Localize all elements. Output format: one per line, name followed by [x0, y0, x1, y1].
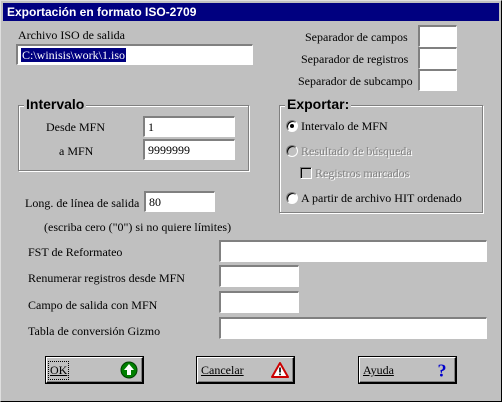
a-mfn-input[interactable]: 9999999 [143, 139, 235, 160]
ok-button-label: OK [47, 361, 70, 380]
dialog-window: Exportación en formato ISO-2709 Archivo … [0, 0, 502, 402]
question-mark-icon: ? [438, 361, 447, 379]
fst-reformateo-label: FST de Reformateo [28, 245, 123, 259]
archivo-iso-input[interactable]: C:\winisis\work\1.iso [16, 44, 253, 65]
gizmo-label: Tabla de conversión Gizmo [28, 324, 161, 338]
separador-campos-label: Separador de campos [305, 30, 408, 44]
cancel-button[interactable]: Cancelar [197, 357, 294, 383]
green-up-arrow-icon [120, 361, 138, 379]
registros-marcados-checkbox[interactable] [300, 167, 312, 179]
intervalo-title: Intervalo [24, 96, 87, 112]
archivo-hit-radio[interactable] [286, 192, 298, 204]
resultado-busqueda-radio-label: Resultado de búsqueda [301, 144, 412, 158]
ok-button[interactable]: OK [46, 357, 143, 383]
renumerar-input[interactable] [219, 265, 299, 287]
help-button[interactable]: Ayuda ? [359, 357, 456, 383]
archivo-hit-radio-label: A partir de archivo HIT ordenado [301, 191, 462, 205]
separador-subcampo-label: Separador de subcampo [298, 74, 413, 88]
long-linea-hint: (escriba cero ("0") si no quiere límites… [44, 220, 232, 234]
warning-triangle-icon [271, 362, 289, 378]
cancel-button-label: Cancelar [201, 363, 244, 377]
desde-mfn-input[interactable]: 1 [143, 116, 235, 137]
archivo-iso-label: Archivo ISO de salida [18, 28, 125, 42]
svg-text:?: ? [438, 361, 447, 379]
campo-salida-label: Campo de salida con MFN [28, 298, 158, 312]
desde-mfn-label: Desde MFN [46, 120, 105, 134]
gizmo-input[interactable] [219, 317, 487, 339]
long-linea-input[interactable]: 80 [144, 191, 215, 212]
renumerar-label: Renumerar registros desde MFN [28, 271, 185, 285]
separador-registros-input[interactable] [418, 47, 457, 69]
separador-registros-label: Separador de registros [301, 52, 409, 66]
archivo-iso-value: C:\winisis\work\1.iso [21, 48, 127, 62]
registros-marcados-label: Registros marcados [315, 166, 410, 180]
resultado-busqueda-radio[interactable] [286, 145, 298, 157]
help-button-label: Ayuda [363, 363, 394, 377]
separador-subcampo-input[interactable] [418, 69, 457, 91]
fst-reformateo-input[interactable] [219, 240, 487, 262]
exportar-title: Exportar: [285, 96, 352, 112]
intervalo-mfn-radio-label: Intervalo de MFN [301, 119, 388, 133]
a-mfn-label: a MFN [59, 144, 94, 158]
title-bar: Exportación en formato ISO-2709 [3, 3, 499, 21]
campo-salida-input[interactable] [219, 291, 299, 313]
long-linea-label: Long. de línea de salida [25, 196, 140, 210]
intervalo-group [18, 105, 249, 171]
intervalo-mfn-radio[interactable] [286, 120, 298, 132]
separador-campos-input[interactable] [418, 25, 457, 47]
